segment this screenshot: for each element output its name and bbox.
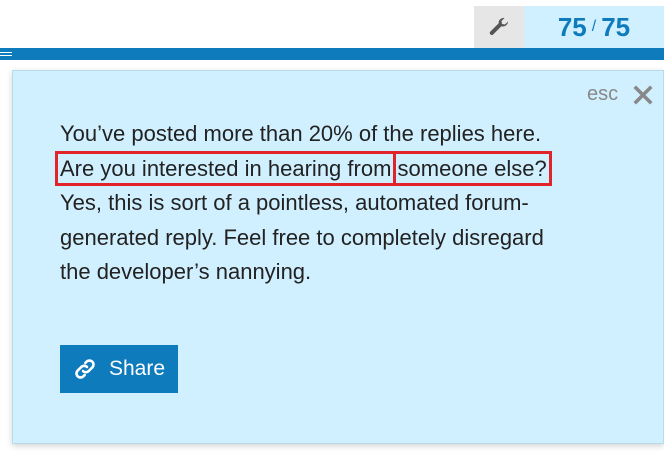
progress-current: 75: [557, 11, 587, 42]
esc-label[interactable]: esc: [587, 83, 618, 106]
warning-message: You’ve posted more than 20% of the repli…: [54, 117, 560, 290]
highlighted-question-line2: someone else?: [392, 150, 552, 186]
topic-progress[interactable]: 75 / 75: [524, 6, 664, 48]
progress-total: 75: [601, 11, 631, 42]
progress-separator: /: [591, 18, 597, 35]
highlighted-question-line1: Are you interested in hearing from: [54, 150, 397, 186]
link-icon: [75, 359, 95, 379]
header-divider-bar: [0, 48, 664, 60]
wrench-icon: [489, 17, 508, 35]
message-intro: You’ve posted more than 20% of the repli…: [60, 121, 542, 146]
admin-wrench-button[interactable]: [474, 6, 524, 48]
share-button[interactable]: Share: [60, 345, 178, 393]
close-icon[interactable]: [633, 85, 653, 105]
message-outro: Yes, this is sort of a pointless, automa…: [60, 190, 544, 284]
share-label: Share: [108, 357, 166, 380]
progress-counter: 75 / 75: [524, 6, 664, 48]
menu-lines-icon: [0, 52, 12, 58]
topic-header: 75 / 75: [0, 0, 664, 62]
composer-warning-popup: esc You’ve posted more than 20% of the r…: [12, 70, 664, 444]
